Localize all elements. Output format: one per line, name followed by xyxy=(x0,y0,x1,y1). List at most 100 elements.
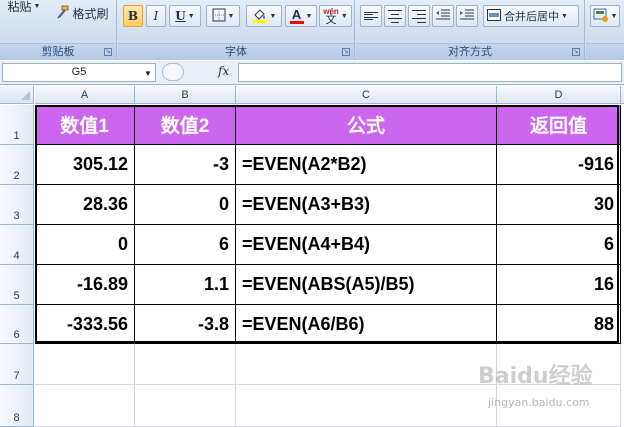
phonetic-icon: wén 文 xyxy=(323,7,339,26)
font-dialog-launcher-icon[interactable]: ↘ xyxy=(342,48,350,56)
watermark-url: jingyan.baidu.com xyxy=(488,396,590,409)
phonetic-bottom-label: 文 xyxy=(325,14,337,26)
border-grid-icon xyxy=(212,8,226,25)
cell-b2[interactable]: -3 xyxy=(135,145,236,185)
cell-c7[interactable] xyxy=(236,344,497,385)
font-group-text: 字体 xyxy=(225,46,247,58)
row-header-3[interactable]: 3 xyxy=(0,185,34,225)
paste-label: 粘贴 xyxy=(7,0,32,14)
column-header-c[interactable]: C xyxy=(236,86,497,104)
number-group: ▼ xyxy=(586,0,624,60)
cell-c4[interactable]: =EVEN(A4+B4) xyxy=(236,225,497,265)
number-group-label xyxy=(586,43,624,60)
font-group-label: 字体 ↘ xyxy=(118,43,354,60)
select-all-icon xyxy=(21,91,30,100)
align-left-button[interactable] xyxy=(360,5,382,27)
align-right-icon xyxy=(412,8,426,24)
underline-button[interactable]: U ▼ xyxy=(169,5,201,27)
cell-b1[interactable]: 数值2 xyxy=(135,105,236,145)
alignment-group: 合并后居中 ▼ 对齐方式 ↘ xyxy=(356,0,585,60)
alignment-dialog-launcher-icon[interactable]: ↘ xyxy=(572,48,580,56)
cell-a1[interactable]: 数值1 xyxy=(35,105,135,145)
paint-bucket-icon xyxy=(252,7,268,26)
cell-a5[interactable]: -16.89 xyxy=(35,265,135,305)
ribbon: 粘贴 ▼ 格式刷 剪贴板 ↘ B I U ▼ ▼ ▼ A ▼ wén 文 ▼ 字… xyxy=(0,0,624,60)
cell-c5[interactable]: =EVEN(ABS(A5)/B5) xyxy=(236,265,497,305)
font-color-dropdown-icon: ▼ xyxy=(305,12,313,20)
italic-label: I xyxy=(153,9,159,23)
formula-input[interactable] xyxy=(238,63,622,82)
cell-b8[interactable] xyxy=(135,385,236,427)
cell-b7[interactable] xyxy=(135,344,236,385)
font-color-button[interactable]: A ▼ xyxy=(285,5,317,27)
function-zone: fx xyxy=(160,63,236,82)
cell-b3[interactable]: 0 xyxy=(135,185,236,225)
cell-b4[interactable]: 6 xyxy=(135,225,236,265)
formula-splitter-handle[interactable] xyxy=(162,63,184,81)
cell-d5[interactable]: 16 xyxy=(497,265,621,305)
formula-bar: G5 ▼ fx xyxy=(0,61,624,85)
cell-a7[interactable] xyxy=(35,344,135,385)
cell-d4[interactable]: 6 xyxy=(497,225,621,265)
font-color-icon: A xyxy=(289,6,304,24)
align-center-icon xyxy=(388,8,402,24)
cell-c3[interactable]: =EVEN(A3+B3) xyxy=(236,185,497,225)
cell-d6[interactable]: 88 xyxy=(497,305,621,344)
row-header-5[interactable]: 5 xyxy=(0,265,34,305)
phonetic-dropdown-icon: ▼ xyxy=(340,12,348,20)
number-format-button[interactable]: ▼ xyxy=(590,5,620,27)
phonetic-guide-button[interactable]: wén 文 ▼ xyxy=(319,5,352,27)
borders-dropdown-icon: ▼ xyxy=(227,12,235,20)
cell-d1[interactable]: 返回值 xyxy=(497,105,621,145)
merge-center-button[interactable]: 合并后居中 ▼ xyxy=(483,5,579,27)
merge-center-label: 合并后居中 xyxy=(504,11,559,23)
cell-a8[interactable] xyxy=(35,385,135,427)
decrease-indent-icon xyxy=(436,9,450,24)
increase-indent-button[interactable] xyxy=(456,5,478,27)
font-color-swatch xyxy=(289,20,304,24)
name-box[interactable]: G5 xyxy=(2,63,156,82)
cell-c8[interactable] xyxy=(236,385,497,427)
cell-c6[interactable]: =EVEN(A6/B6) xyxy=(236,305,497,344)
insert-function-button[interactable]: fx xyxy=(218,64,229,78)
column-header-a[interactable]: A xyxy=(35,86,135,104)
cell-a2[interactable]: 305.12 xyxy=(35,145,135,185)
number-format-icon xyxy=(593,8,609,25)
alignment-group-text: 对齐方式 xyxy=(448,46,492,58)
cell-a3[interactable]: 28.36 xyxy=(35,185,135,225)
paste-button[interactable]: 粘贴 ▼ xyxy=(2,0,46,16)
cell-c1[interactable]: 公式 xyxy=(236,105,497,145)
italic-button[interactable]: I xyxy=(146,5,166,27)
row-header-8[interactable]: 8 xyxy=(0,385,34,427)
align-center-button[interactable] xyxy=(384,5,406,27)
clipboard-group-text: 剪贴板 xyxy=(41,46,75,58)
font-color-label: A xyxy=(291,6,302,22)
format-painter-button[interactable]: 格式刷 xyxy=(50,2,114,24)
decrease-indent-button[interactable] xyxy=(432,5,454,27)
row-header-7[interactable]: 7 xyxy=(0,344,34,385)
cell-a4[interactable]: 0 xyxy=(35,225,135,265)
cell-b5[interactable]: 1.1 xyxy=(135,265,236,305)
select-all-corner[interactable] xyxy=(0,86,34,104)
cell-d2[interactable]: -916 xyxy=(497,145,621,185)
cell-b6[interactable]: -3.8 xyxy=(135,305,236,344)
cell-a6[interactable]: -333.56 xyxy=(35,305,135,344)
column-header-d[interactable]: D xyxy=(497,86,621,104)
clipboard-dialog-launcher-icon[interactable]: ↘ xyxy=(104,48,112,56)
column-header-b[interactable]: B xyxy=(135,86,236,104)
merge-cells-icon xyxy=(487,8,501,24)
name-box-value: G5 xyxy=(71,66,87,78)
borders-button[interactable]: ▼ xyxy=(206,5,240,27)
row-header-6[interactable]: 6 xyxy=(0,305,34,344)
name-box-dropdown-icon[interactable]: ▼ xyxy=(144,69,152,78)
row-header-1[interactable]: 1 xyxy=(0,105,34,145)
row-header-2[interactable]: 2 xyxy=(0,145,34,185)
row-header-4[interactable]: 4 xyxy=(0,225,34,265)
cell-d3[interactable]: 30 xyxy=(497,185,621,225)
bold-button[interactable]: B xyxy=(123,5,143,27)
paste-dropdown-icon: ▼ xyxy=(33,2,41,10)
cell-c2[interactable]: =EVEN(A2*B2) xyxy=(236,145,497,185)
align-right-button[interactable] xyxy=(408,5,430,27)
fill-color-button[interactable]: ▼ xyxy=(246,5,282,27)
underline-label: U xyxy=(175,9,186,23)
